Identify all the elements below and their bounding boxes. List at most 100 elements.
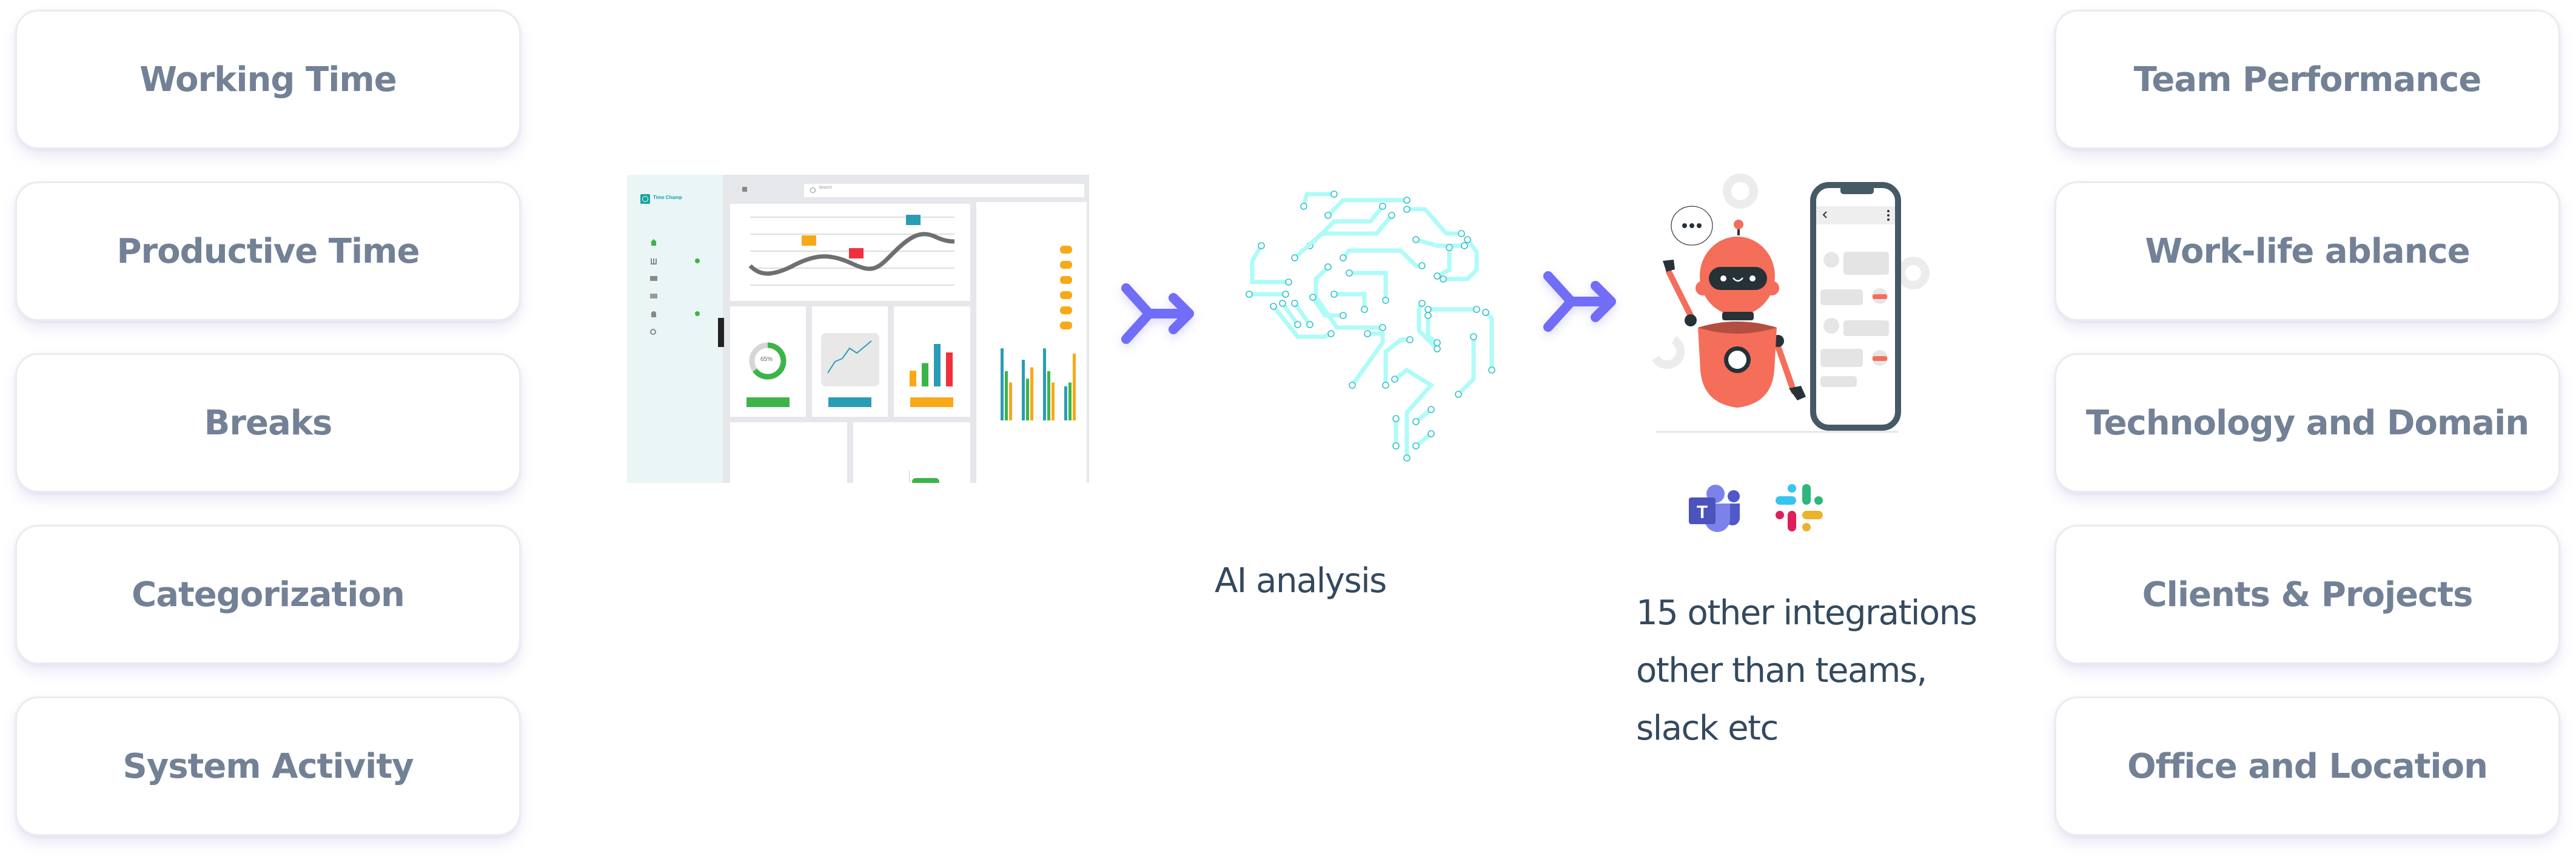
status-badge xyxy=(1060,261,1072,269)
nav-chat-icon[interactable] xyxy=(650,276,657,281)
circuit-trace xyxy=(1436,248,1452,278)
status-badge xyxy=(1060,291,1072,299)
circuit-node xyxy=(1340,254,1347,261)
grouped-bar xyxy=(1022,360,1025,420)
search-placeholder: Search xyxy=(819,186,833,190)
sidebar-collapse-handle[interactable] xyxy=(718,318,724,347)
circuit-trace xyxy=(1350,331,1385,387)
mini-line-chart xyxy=(821,333,879,407)
mini-bar xyxy=(946,352,953,386)
insight-card-technology-domain[interactable]: Technology and Domain xyxy=(2054,353,2560,493)
donut-panel: 65% xyxy=(730,306,806,417)
circuit-node xyxy=(1324,263,1332,271)
status-badge xyxy=(1060,246,1072,254)
circuit-node xyxy=(1464,236,1471,243)
circuit-trace xyxy=(1250,244,1289,285)
integrations-caption: 15 other integrations other than teams, … xyxy=(1636,584,1977,757)
circuit-node xyxy=(1424,306,1432,313)
grouped-bar xyxy=(1073,354,1076,420)
chat-bubble xyxy=(1820,349,1863,367)
circuit-node xyxy=(1461,242,1468,249)
line-panel xyxy=(812,306,888,417)
bar-panel xyxy=(894,306,970,417)
ai-analysis-caption: AI analysis xyxy=(1215,561,1387,601)
circuit-node xyxy=(1279,300,1286,307)
summary-graphics xyxy=(1001,246,1076,420)
home-icon[interactable] xyxy=(742,187,747,192)
metric-card-breaks[interactable]: Breaks xyxy=(15,353,521,493)
right-summary-panel: 50% xyxy=(976,202,1087,483)
mini-bar-chart xyxy=(910,344,953,407)
metric-card-categorization[interactable]: Categorization xyxy=(15,525,521,664)
integrations-caption-line: other than teams, xyxy=(1636,651,1927,690)
status-badge xyxy=(1060,322,1072,329)
circuit-node xyxy=(1309,294,1317,301)
insight-card-label: Work-life ablance xyxy=(2145,231,2470,271)
panel-button xyxy=(910,397,953,407)
circuit-node xyxy=(1418,300,1426,307)
circuit-node xyxy=(1434,272,1441,280)
donut-label: 65% xyxy=(760,356,773,363)
mini-bar xyxy=(910,371,916,386)
grouped-bar xyxy=(1001,348,1004,420)
insight-card-label: Clients & Projects xyxy=(2142,575,2474,615)
flow-arrow-icon xyxy=(1543,271,1616,332)
chat-bubble xyxy=(1820,376,1857,387)
metric-card-working-time[interactable]: Working Time xyxy=(15,10,521,149)
insight-card-office-location[interactable]: Office and Location xyxy=(2054,696,2560,836)
insight-card-clients-projects[interactable]: Clients & Projects xyxy=(2054,525,2560,664)
gear-icon xyxy=(1897,257,1930,289)
circuit-node xyxy=(1418,262,1426,269)
nav-home-icon-body xyxy=(651,242,656,246)
circuit-node xyxy=(1324,212,1332,219)
circuit-node xyxy=(1346,269,1353,277)
nav-user-icon[interactable] xyxy=(651,311,656,317)
circuit-node xyxy=(1300,203,1307,210)
metric-card-system-activity[interactable]: System Activity xyxy=(15,696,521,836)
metric-card-label: Productive Time xyxy=(116,231,420,271)
circuit-node xyxy=(1458,230,1465,237)
circuit-node xyxy=(1406,336,1414,343)
phone-header xyxy=(1816,206,1895,224)
circuit-trace xyxy=(1457,337,1476,396)
nav-mail-icon[interactable] xyxy=(650,294,657,298)
insight-card-team-performance[interactable]: Team Performance xyxy=(2054,10,2560,149)
search-icon xyxy=(810,187,816,193)
circuit-node xyxy=(1285,278,1292,286)
phone-notch xyxy=(1840,186,1874,194)
circuit-node xyxy=(1282,291,1289,298)
search-box[interactable]: Search xyxy=(804,184,1084,197)
circuit-trace xyxy=(1334,292,1367,309)
nav-chart-icon[interactable] xyxy=(651,258,657,265)
nav-settings-icon[interactable] xyxy=(650,329,656,335)
trend-chart-panel xyxy=(730,204,970,301)
insight-card-work-life-balance[interactable]: Work-life ablance xyxy=(2054,181,2560,321)
circuit-node xyxy=(1391,376,1398,383)
dashboard-sidebar: Time Champ xyxy=(627,175,724,483)
microsoft-teams-icon: T xyxy=(1689,485,1740,532)
metric-card-productive-time[interactable]: Productive Time xyxy=(15,181,521,321)
circuit-node xyxy=(1434,339,1441,346)
user-avatar xyxy=(1823,318,1839,334)
circuit-node xyxy=(1291,254,1298,261)
integrations-caption-line: 15 other integrations xyxy=(1636,593,1977,633)
mini-bar xyxy=(922,363,928,386)
circuit-trace xyxy=(1415,237,1464,248)
chat-bubble xyxy=(1843,320,1889,336)
integrations-caption-line: slack etc xyxy=(1636,709,1779,748)
circuit-node xyxy=(1294,321,1301,328)
circuit-node xyxy=(1412,418,1420,425)
robot-arm xyxy=(1666,269,1694,318)
slack-icon xyxy=(1776,484,1823,531)
nav-status-dot xyxy=(695,258,700,263)
circuit-node xyxy=(1388,212,1395,219)
robot-arm xyxy=(1774,340,1797,394)
circuit-node xyxy=(1470,333,1477,340)
grouped-bar xyxy=(1064,386,1067,420)
category-panel xyxy=(853,422,970,483)
marker-badge xyxy=(849,248,864,258)
status-badge xyxy=(1060,306,1072,314)
menu-dots-icon xyxy=(1887,210,1890,212)
circuit-node xyxy=(1330,291,1338,298)
circuit-node xyxy=(1412,442,1420,450)
